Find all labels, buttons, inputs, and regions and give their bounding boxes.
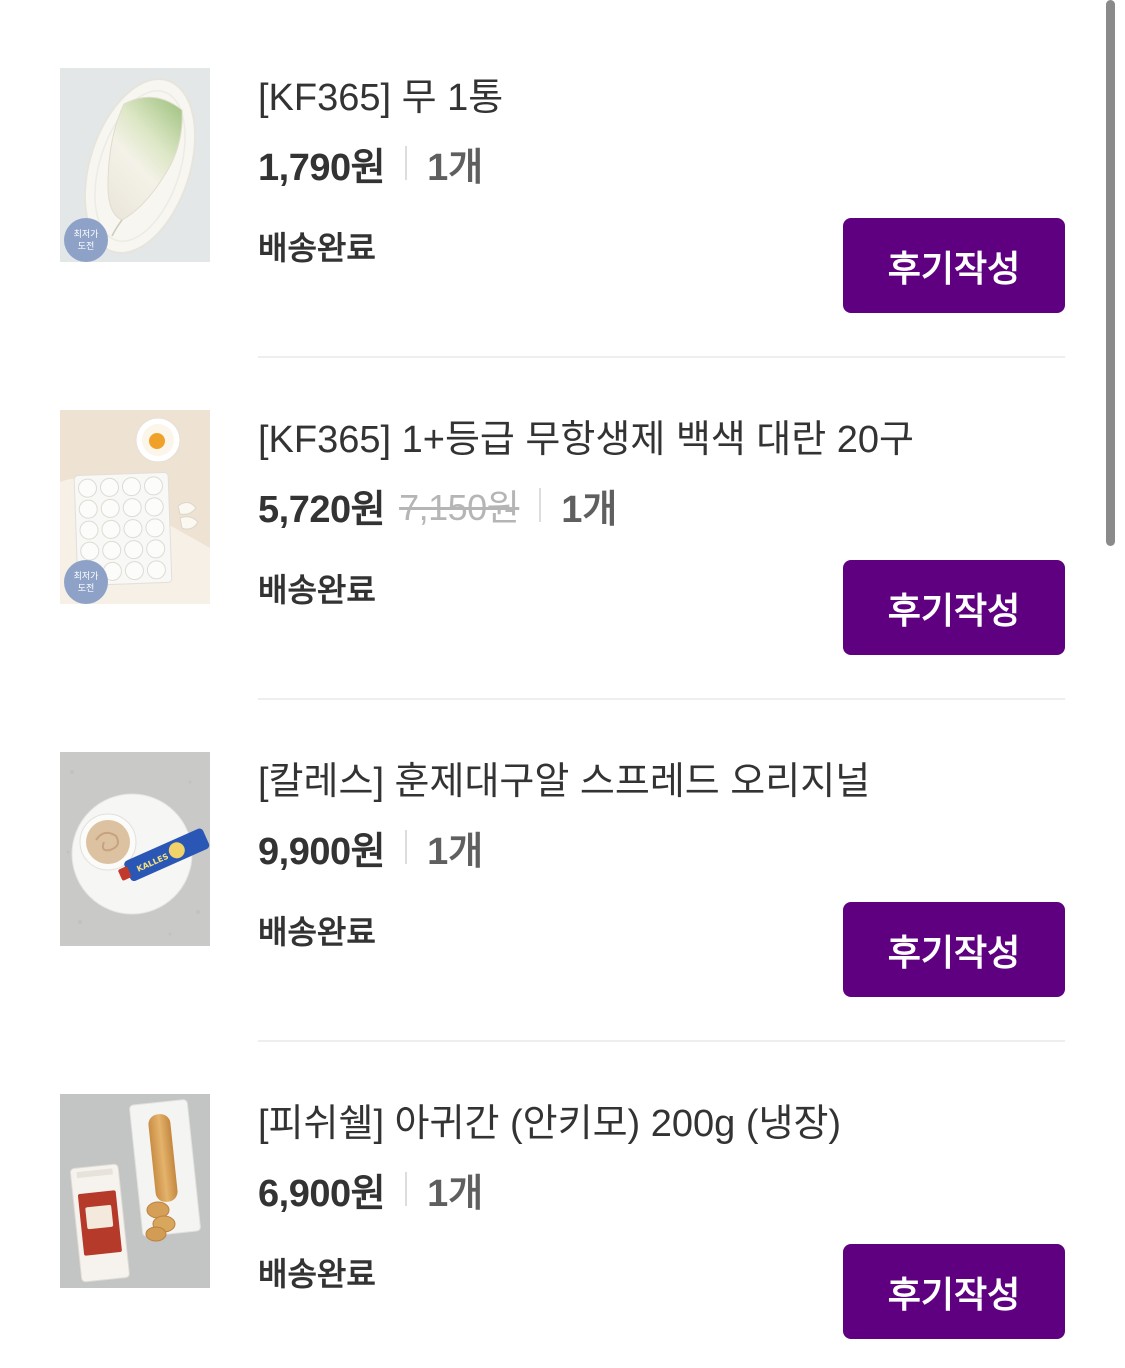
price-row: 1,790원 1개 [258, 141, 483, 189]
price-divider [405, 1172, 408, 1206]
quantity: 1개 [561, 488, 618, 531]
item-divider [258, 356, 1065, 358]
price-divider [405, 830, 408, 864]
badge-label: 도전 [78, 583, 95, 594]
badge-label: 도전 [78, 241, 95, 252]
price: 9,900원 [258, 830, 386, 873]
delivery-status: 배송완료 [258, 230, 376, 266]
quantity: 1개 [427, 830, 484, 873]
order-item: [피쉬쉘] 아귀간 (안키모) 200g (냉장) 6,900원 1개 배송완료… [0, 1094, 1125, 1339]
product-title[interactable]: [피쉬쉘] 아귀간 (안키모) 200g (냉장) [258, 1102, 1065, 1146]
write-review-button[interactable]: 후기작성 [843, 1244, 1065, 1339]
order-item: KALLES [칼레스] 훈제대구알 스프레드 오리지널 9,900원 1개 배… [0, 752, 1125, 1042]
badge-label: 최저가 [74, 229, 99, 240]
write-review-button[interactable]: 후기작성 [843, 560, 1065, 655]
monkfish-liver-image[interactable] [60, 1094, 210, 1288]
delivery-status: 배송완료 [258, 1256, 376, 1292]
delivery-status: 배송완료 [258, 914, 376, 950]
write-review-button[interactable]: 후기작성 [843, 218, 1065, 313]
product-title[interactable]: [KF365] 1+등급 무항생제 백색 대란 20구 [258, 418, 1065, 462]
delivery-status: 배송완료 [258, 572, 376, 608]
badge-label: 최저가 [74, 571, 99, 582]
product-title[interactable]: [칼레스] 훈제대구알 스프레드 오리지널 [258, 760, 1065, 804]
price-row: 9,900원 1개 [258, 825, 483, 873]
product-title[interactable]: [KF365] 무 1통 [258, 76, 1065, 120]
price-divider [405, 146, 408, 180]
eggs-image[interactable]: 최저가 도전 [60, 410, 210, 604]
cod-roe-spread-image[interactable]: KALLES [60, 752, 210, 946]
order-item: 최저가 도전 [KF365] 1+등급 무항생제 백색 대란 20구 5,720… [0, 410, 1125, 700]
price-divider [539, 488, 542, 522]
radish-image[interactable]: 최저가 도전 [60, 68, 210, 262]
price: 1,790원 [258, 146, 386, 189]
quantity: 1개 [427, 1172, 484, 1215]
item-divider [258, 1040, 1065, 1042]
scrollbar[interactable] [1106, 0, 1115, 546]
original-price: 7,150원 [399, 487, 520, 528]
quantity: 1개 [427, 146, 484, 189]
price-row: 6,900원 1개 [258, 1167, 483, 1215]
price: 6,900원 [258, 1172, 386, 1215]
price: 5,720원 [258, 488, 386, 531]
price-row: 5,720원 7,150원 1개 [258, 483, 617, 531]
order-item: 최저가 도전 [KF365] 무 1통 1,790원 1개 배송완료 후기작성 [0, 68, 1125, 358]
item-divider [258, 698, 1065, 700]
write-review-button[interactable]: 후기작성 [843, 902, 1065, 997]
